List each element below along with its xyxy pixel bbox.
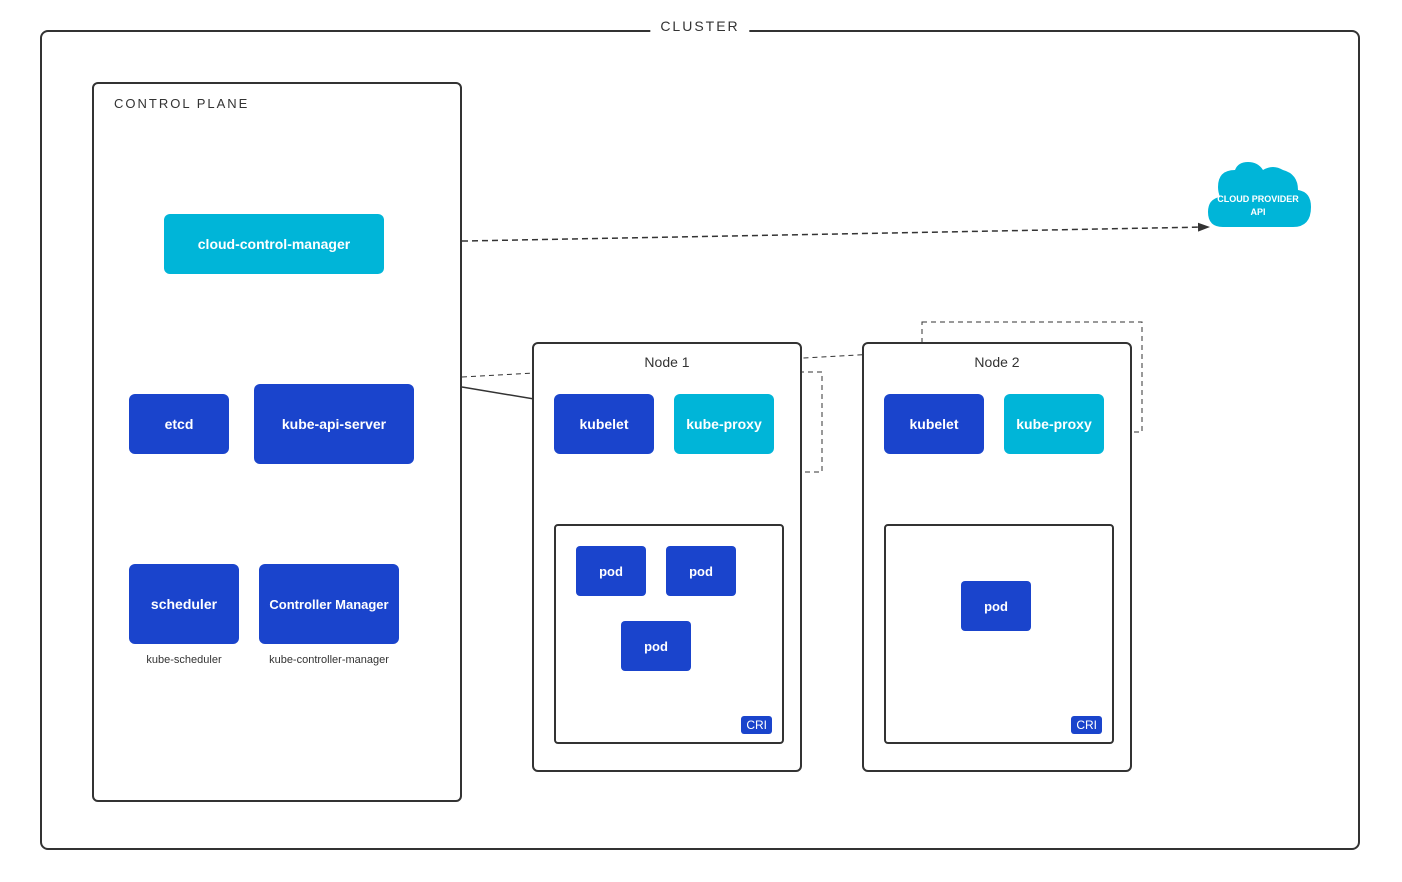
- control-plane-label: CONTROL PLANE: [114, 96, 249, 111]
- controller-manager-label: Controller Manager: [269, 597, 388, 612]
- cloud-control-manager-label: cloud-control-manager: [198, 236, 350, 252]
- node1-pod2-label: pod: [689, 564, 713, 579]
- node2-pod1: pod: [961, 581, 1031, 631]
- node1-kube-proxy-box: kube-proxy: [674, 394, 774, 454]
- scheduler-sublabel: kube-scheduler: [129, 654, 239, 666]
- cloud-control-manager-box: cloud-control-manager: [164, 214, 384, 274]
- node1-label: Node 1: [644, 354, 689, 370]
- controller-manager-box: Controller Manager: [259, 564, 399, 644]
- node2-pod1-label: pod: [984, 599, 1008, 614]
- svg-text:API: API: [1250, 207, 1265, 217]
- controller-manager-sublabel: kube-controller-manager: [259, 654, 399, 666]
- svg-text:CLOUD PROVIDER: CLOUD PROVIDER: [1217, 194, 1299, 204]
- node1-pod3: pod: [621, 621, 691, 671]
- node2-boundary: Node 2 kubelet kube-proxy pod CRI: [862, 342, 1132, 772]
- control-plane-boundary: CONTROL PLANE cloud-control-manager kube…: [92, 82, 462, 802]
- node2-kubelet-box: kubelet: [884, 394, 984, 454]
- node1-boundary: Node 1 kubelet kube-proxy pod pod pod CR…: [532, 342, 802, 772]
- node1-kubelet-label: kubelet: [579, 416, 628, 432]
- node2-pod-container: pod CRI: [884, 524, 1114, 744]
- node2-label: Node 2: [974, 354, 1019, 370]
- node2-kube-proxy-label: kube-proxy: [1016, 416, 1091, 432]
- node2-kube-proxy-box: kube-proxy: [1004, 394, 1104, 454]
- cluster-boundary: CLUSTER: [40, 30, 1360, 850]
- cloud-provider-area: CLOUD PROVIDER API: [1188, 132, 1328, 272]
- cloud-provider-icon: CLOUD PROVIDER API: [1193, 152, 1323, 252]
- kube-api-server-label: kube-api-server: [282, 416, 386, 432]
- node2-kubelet-label: kubelet: [909, 416, 958, 432]
- kube-api-server-box: kube-api-server: [254, 384, 414, 464]
- etcd-label: etcd: [165, 416, 194, 432]
- node1-pod1: pod: [576, 546, 646, 596]
- node1-pod-container: pod pod pod CRI: [554, 524, 784, 744]
- etcd-box: etcd: [129, 394, 229, 454]
- node2-cri-label: CRI: [1071, 716, 1102, 734]
- node1-pod1-label: pod: [599, 564, 623, 579]
- cluster-label: CLUSTER: [650, 18, 749, 34]
- node1-kube-proxy-label: kube-proxy: [686, 416, 761, 432]
- node1-cri-label: CRI: [741, 716, 772, 734]
- node1-pod3-label: pod: [644, 639, 668, 654]
- node1-kubelet-box: kubelet: [554, 394, 654, 454]
- scheduler-box: scheduler: [129, 564, 239, 644]
- scheduler-label: scheduler: [151, 596, 217, 612]
- node1-pod2: pod: [666, 546, 736, 596]
